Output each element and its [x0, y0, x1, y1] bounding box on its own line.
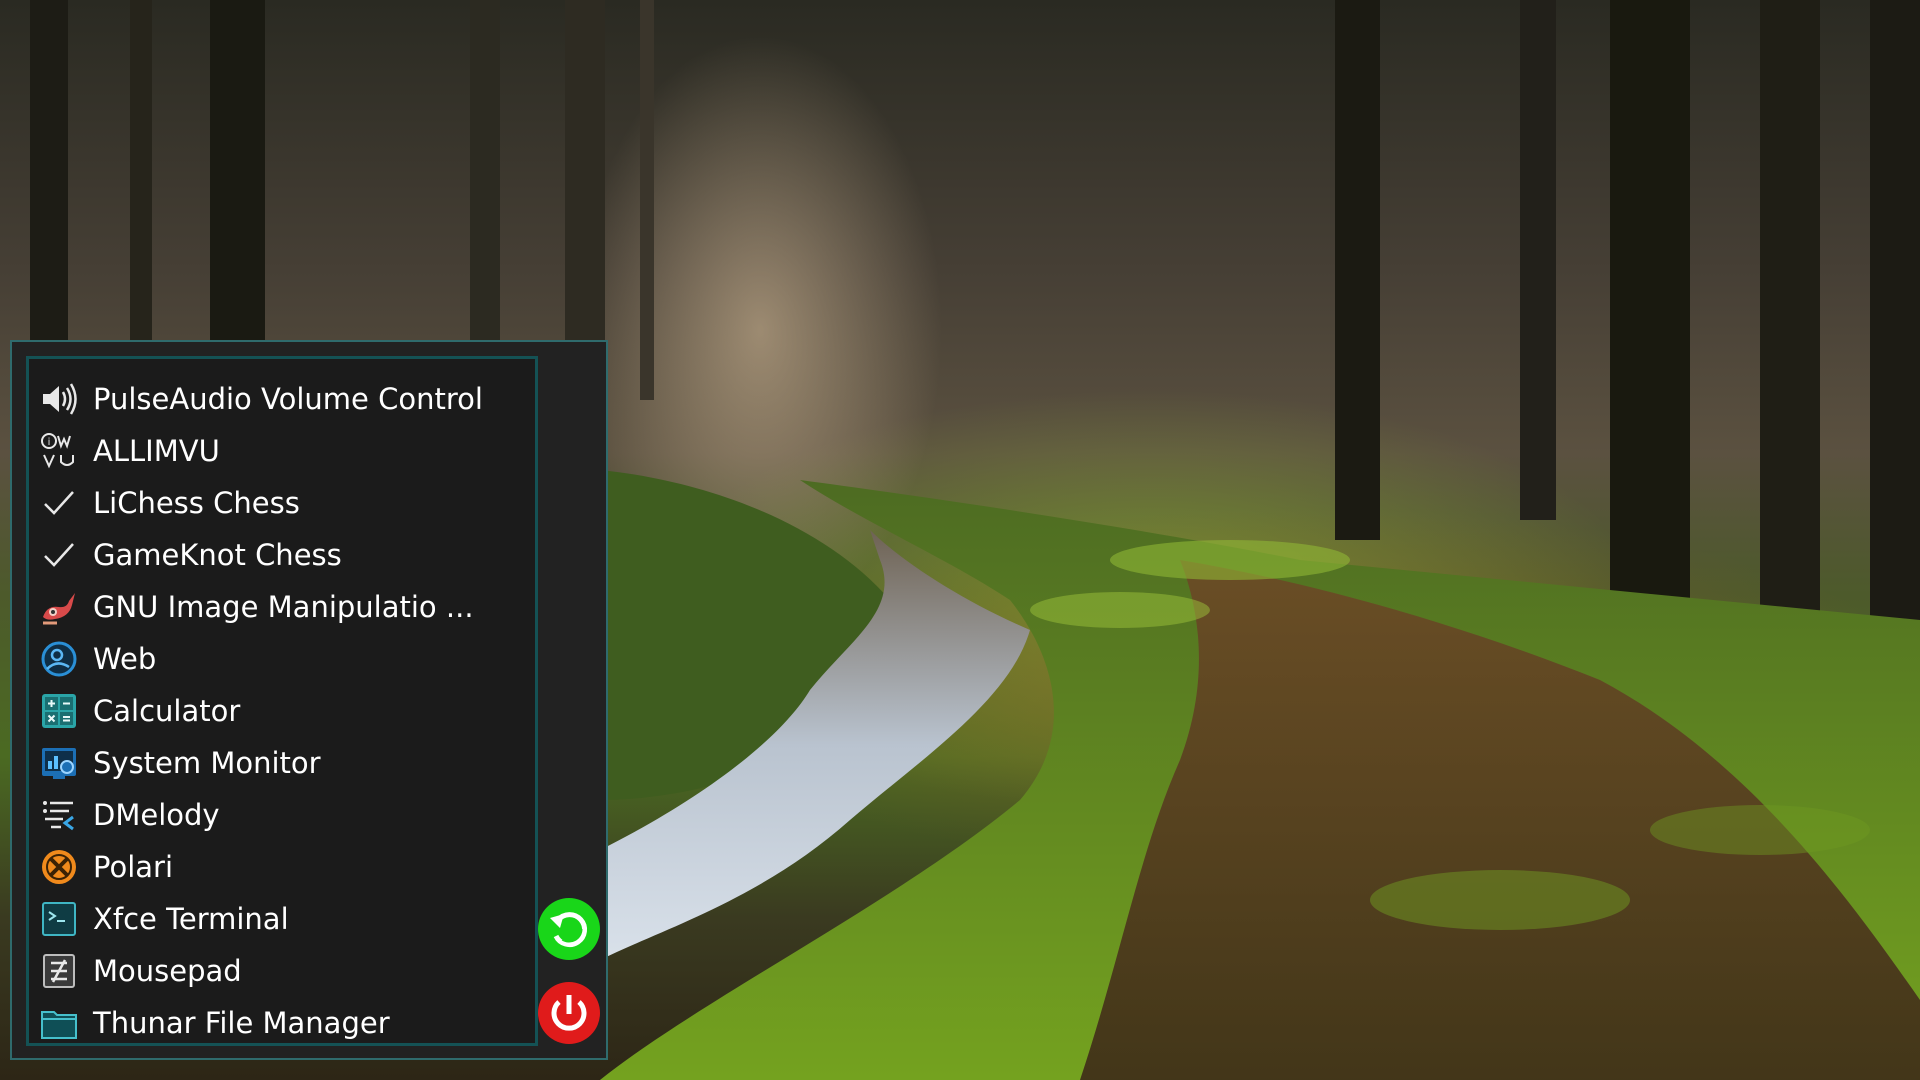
desktop-wallpaper: PulseAudio Volume Control i ALLIMVU LiCh…: [0, 0, 1920, 1080]
app-item-calculator[interactable]: Calculator: [39, 688, 529, 734]
terminal-icon: [39, 899, 79, 939]
app-item-mousepad[interactable]: Mousepad: [39, 948, 529, 994]
app-item-gameknot-chess[interactable]: GameKnot Chess: [39, 532, 529, 578]
checkmark-icon: [39, 483, 79, 523]
app-label: DMelody: [93, 798, 220, 832]
restart-button[interactable]: [538, 898, 600, 960]
imvu-logo-icon: i: [39, 431, 79, 471]
app-item-system-monitor[interactable]: System Monitor: [39, 740, 529, 786]
application-list: PulseAudio Volume Control i ALLIMVU LiCh…: [26, 356, 538, 1046]
app-label: GameKnot Chess: [93, 538, 342, 572]
power-icon: [551, 995, 587, 1031]
power-button[interactable]: [538, 982, 600, 1044]
app-label: Polari: [93, 850, 174, 884]
system-monitor-icon: [39, 743, 79, 783]
app-item-lichess-chess[interactable]: LiChess Chess: [39, 480, 529, 526]
checkmark-icon: [39, 535, 79, 575]
music-list-icon: [39, 795, 79, 835]
web-browser-icon: [39, 639, 79, 679]
app-label: Thunar File Manager: [93, 1006, 390, 1040]
text-editor-icon: [39, 951, 79, 991]
app-label: LiChess Chess: [93, 486, 300, 520]
app-item-allimvu[interactable]: i ALLIMVU: [39, 428, 529, 474]
svg-text:i: i: [48, 437, 51, 448]
application-menu-panel: PulseAudio Volume Control i ALLIMVU LiCh…: [10, 340, 608, 1060]
app-label: System Monitor: [93, 746, 321, 780]
app-label: PulseAudio Volume Control: [93, 382, 483, 416]
app-label: GNU Image Manipulatio ...: [93, 590, 474, 624]
folder-icon: [39, 1003, 79, 1043]
app-label: ALLIMVU: [93, 434, 220, 468]
app-label: Web: [93, 642, 157, 676]
app-item-polari[interactable]: Polari: [39, 844, 529, 890]
app-item-thunar-file-manager[interactable]: Thunar File Manager: [39, 1000, 529, 1046]
speaker-volume-icon: [39, 379, 79, 419]
app-item-xfce-terminal[interactable]: Xfce Terminal: [39, 896, 529, 942]
app-item-dmelody[interactable]: DMelody: [39, 792, 529, 838]
calculator-icon: [39, 691, 79, 731]
app-label: Calculator: [93, 694, 241, 728]
app-item-pulseaudio-volume-control[interactable]: PulseAudio Volume Control: [39, 376, 529, 422]
app-label: Xfce Terminal: [93, 902, 289, 936]
gimp-icon: [39, 587, 79, 627]
restart-icon: [550, 912, 587, 948]
app-item-web[interactable]: Web: [39, 636, 529, 682]
app-item-gnu-image-manipulation[interactable]: GNU Image Manipulatio ...: [39, 584, 529, 630]
polari-chat-icon: [39, 847, 79, 887]
app-label: Mousepad: [93, 954, 242, 988]
